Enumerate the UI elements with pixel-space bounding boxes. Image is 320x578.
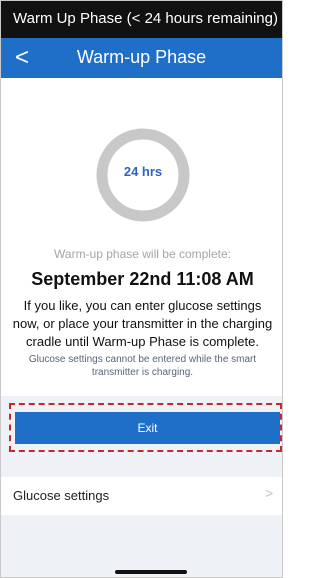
home-indicator[interactable] <box>115 570 187 574</box>
page-title: Warm-up Phase <box>76 47 207 67</box>
glucose-settings-label: Glucose settings <box>13 488 110 503</box>
app-screen: Warm Up Phase (< 24 hours remaining) < W… <box>0 0 283 578</box>
chevron-right-icon: > <box>265 485 274 501</box>
nav-bar: < Warm-up Phase <box>1 38 282 78</box>
glucose-settings-row[interactable]: Glucose settings > <box>1 477 282 515</box>
charging-note: Glucose settings cannot be entered while… <box>28 354 257 378</box>
status-text: Warm Up Phase (< 24 hours remaining) <box>13 10 278 27</box>
timer-label: 24 hrs <box>123 164 163 179</box>
complete-label: Warm-up phase will be complete: <box>54 247 231 261</box>
status-bar: Warm Up Phase (< 24 hours remaining) <box>1 1 282 38</box>
complete-datetime: September 22nd 11:08 AM <box>31 269 254 289</box>
instructions-text: If you like, you can enter glucose setti… <box>12 298 273 349</box>
exit-button[interactable]: Exit <box>15 412 280 444</box>
